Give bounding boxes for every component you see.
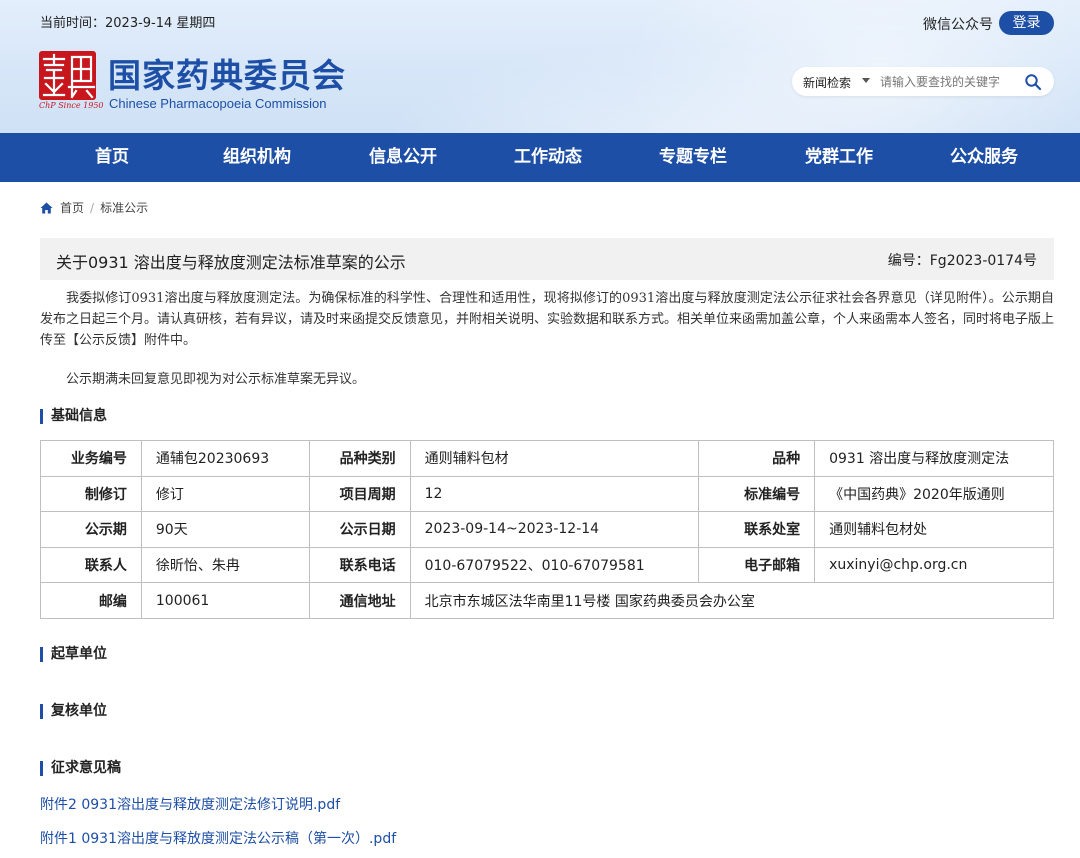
table-value: 通辅包20230693 — [140, 440, 310, 477]
attachment-link[interactable]: 附件2 0931溶出度与释放度测定法修订说明.pdf — [40, 794, 340, 814]
site-header: 当前时间：2023-9-14 星期四 微信公众号 登录 ChP Since 19… — [0, 0, 1080, 133]
table-value: 修订 — [140, 475, 310, 513]
current-date: 当前时间：2023-9-14 星期四 — [40, 16, 216, 31]
home-icon — [40, 202, 53, 213]
table-value: 《中国药典》2020年版通则 — [814, 475, 1054, 513]
table-row: 联系人 徐昕怡、朱冉 联系电话 010-67079522、010-6707958… — [40, 546, 1054, 584]
section-heading-drafting-unit: 起草单位 — [40, 647, 107, 662]
search-box: 新闻检索 — [792, 67, 1054, 96]
table-label: 标准编号 — [698, 475, 816, 513]
table-label: 通信地址 — [308, 582, 411, 619]
section-heading-basic-info: 基础信息 — [40, 409, 107, 424]
table-value: 010-67079522、010-67079581 — [409, 546, 700, 584]
section-heading-review-unit: 复核单位 — [40, 704, 107, 719]
notice-paragraph: 公示期满未回复意见即视为对公示标准草案无异议。 — [66, 372, 366, 387]
table-value: 徐昕怡、朱冉 — [140, 546, 310, 584]
breadcrumb-separator: / — [90, 200, 95, 215]
main-nav: 首页 组织机构 信息公开 工作动态 专题专栏 党群工作 公众服务 — [0, 133, 1080, 182]
table-value: 通则辅料包材 — [409, 440, 700, 477]
basic-info-table: 业务编号 通辅包20230693 品种类别 通则辅料包材 品种 0931 溶出度… — [40, 440, 1055, 619]
logo-since-text: ChP Since 1950 — [39, 101, 104, 110]
table-label: 制修订 — [40, 475, 142, 513]
contact-email: xuxinyi@chp.org.cn — [814, 546, 1054, 584]
notice-paragraph: 我委拟修订0931溶出度与释放度测定法。为确保标准的科学性、合理性和适用性，现将… — [40, 291, 1055, 348]
logo-seal-icon[interactable] — [39, 51, 96, 100]
table-label: 邮编 — [40, 582, 142, 619]
table-value: 2023-09-14~2023-12-14 — [409, 511, 700, 548]
notice-number: 编号：Fg2023-0174号 — [887, 253, 1037, 269]
table-value: 90天 — [140, 511, 310, 548]
table-row: 制修订 修订 项目周期 12 标准编号 《中国药典》2020年版通则 — [40, 475, 1054, 513]
nav-item-home[interactable]: 首页 — [52, 133, 172, 182]
table-label: 品种类别 — [308, 440, 411, 477]
table-label: 业务编号 — [40, 440, 142, 477]
table-label: 联系电话 — [308, 546, 411, 584]
table-label: 联系人 — [40, 546, 142, 584]
nav-item-public-service[interactable]: 公众服务 — [924, 133, 1044, 182]
nav-item-work-news[interactable]: 工作动态 — [488, 133, 608, 182]
nav-item-organization[interactable]: 组织机构 — [197, 133, 317, 182]
table-label: 项目周期 — [308, 475, 411, 513]
wechat-link[interactable]: 微信公众号 — [923, 14, 993, 34]
table-row: 业务编号 通辅包20230693 品种类别 通则辅料包材 品种 0931 溶出度… — [40, 440, 1054, 477]
breadcrumb-home[interactable]: 首页 — [60, 199, 84, 216]
table-value: 12 — [409, 475, 700, 513]
search-icon[interactable] — [1024, 73, 1042, 91]
breadcrumb-current[interactable]: 标准公示 — [100, 199, 148, 216]
search-category-select[interactable]: 新闻检索 — [803, 74, 851, 91]
table-label: 品种 — [698, 440, 816, 477]
table-label: 电子邮箱 — [698, 546, 816, 584]
table-row: 公示期 90天 公示日期 2023-09-14~2023-12-14 联系处室 … — [40, 511, 1054, 548]
section-heading-draft-docs: 征求意见稿 — [40, 761, 121, 776]
table-label: 公示期 — [40, 511, 142, 548]
table-value: 北京市东城区法华南里11号楼 国家药典委员会办公室 — [409, 582, 1055, 619]
search-input[interactable] — [880, 72, 1015, 91]
login-button[interactable]: 登录 — [999, 11, 1054, 35]
page-title: 关于0931 溶出度与释放度测定法标准草案的公示 — [56, 253, 406, 272]
breadcrumb: 首页 / 标准公示 — [40, 199, 148, 216]
nav-item-info-disclosure[interactable]: 信息公开 — [343, 133, 463, 182]
table-row: 邮编 100061 通信地址 北京市东城区法华南里11号楼 国家药典委员会办公室 — [40, 582, 1055, 619]
table-label: 公示日期 — [308, 511, 411, 548]
org-name-en: Chinese Pharmacopoeia Commission — [109, 96, 327, 111]
nav-item-party-work[interactable]: 党群工作 — [779, 133, 899, 182]
attachment-link[interactable]: 附件1 0931溶出度与释放度测定法公示稿（第一次）.pdf — [40, 828, 396, 848]
notice-title-bar: 关于0931 溶出度与释放度测定法标准草案的公示 编号：Fg2023-0174号 — [40, 238, 1054, 280]
nav-item-special-topics[interactable]: 专题专栏 — [633, 133, 753, 182]
org-name-cn[interactable]: 国家药典委员会 — [108, 49, 346, 97]
chevron-down-icon[interactable] — [862, 78, 870, 83]
table-label: 联系处室 — [698, 511, 816, 548]
table-value: 通则辅料包材处 — [814, 511, 1054, 548]
table-value: 100061 — [140, 582, 310, 619]
table-value: 0931 溶出度与释放度测定法 — [814, 440, 1054, 477]
